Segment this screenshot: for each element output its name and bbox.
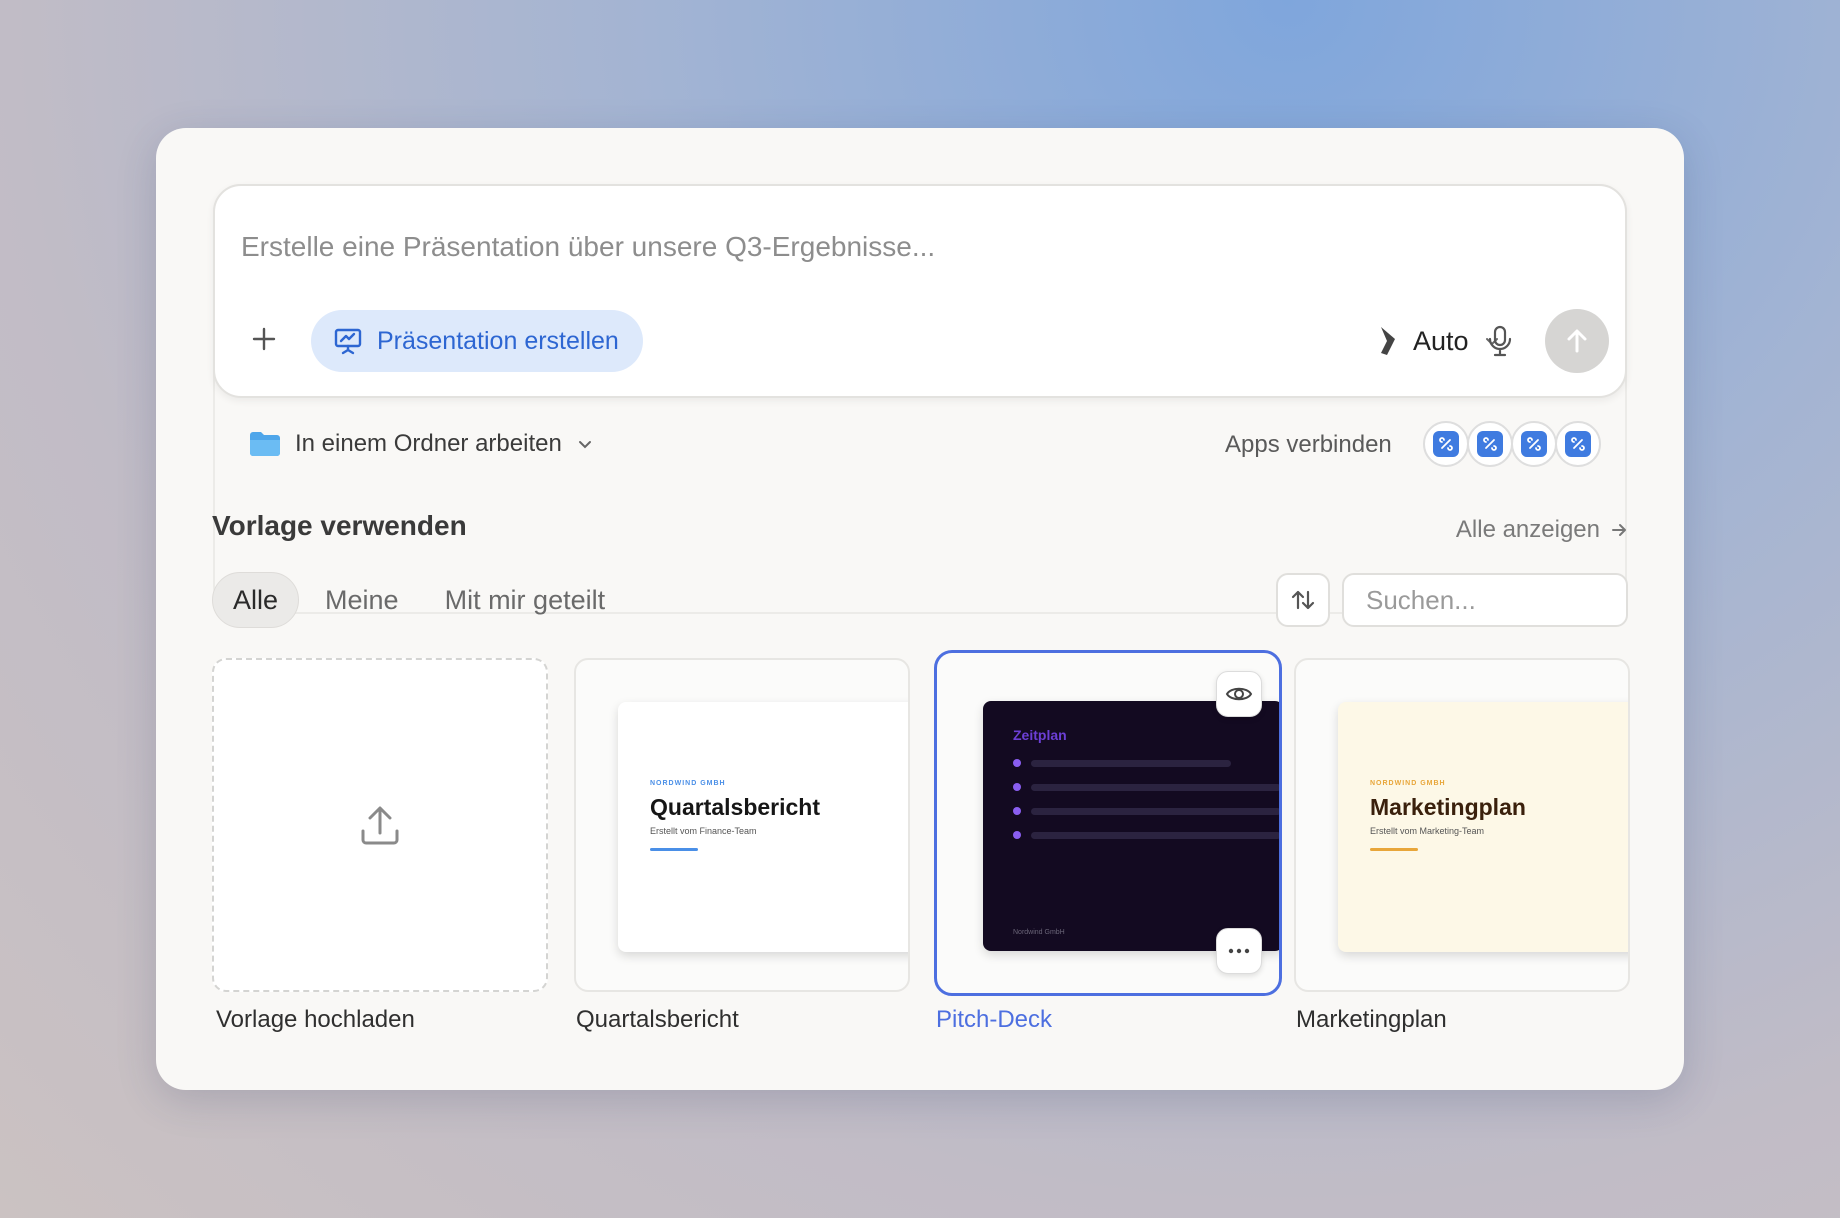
app-link-icon (1527, 437, 1541, 451)
connect-apps-label[interactable]: Apps verbinden (1225, 431, 1392, 459)
template-label-quartalsbericht: Quartalsbericht (576, 1006, 739, 1033)
microphone-button[interactable] (1477, 318, 1523, 364)
prompt-composer: Präsentation erstellen Auto (213, 184, 1627, 398)
connected-apps[interactable] (1423, 421, 1601, 467)
preview-button[interactable] (1216, 671, 1262, 717)
create-presentation-label: Präsentation erstellen (377, 326, 619, 355)
plus-icon (252, 327, 276, 351)
slide-title: Zeitplan (1013, 727, 1067, 743)
slide-subtitle: Erstellt vom Marketing-Team (1370, 826, 1485, 836)
send-button[interactable] (1545, 309, 1609, 373)
more-options-button[interactable] (1216, 928, 1262, 974)
template-card-quartalsbericht[interactable]: NORDWIND GMBH Quartalsbericht Erstellt v… (574, 658, 910, 992)
app-badge[interactable] (1555, 421, 1601, 467)
template-card-marketingplan[interactable]: NORDWIND GMBH Marketingplan Erstellt vom… (1294, 658, 1630, 992)
app-link-icon (1439, 437, 1453, 451)
folder-icon (250, 432, 280, 456)
upload-template-label: Vorlage hochladen (216, 1006, 415, 1033)
section-title: Vorlage verwenden (212, 510, 467, 541)
create-presentation-chip[interactable]: Präsentation erstellen (311, 310, 643, 372)
chevron-down-icon (578, 441, 591, 449)
slide-bullet (1013, 831, 1279, 839)
app-badge[interactable] (1423, 421, 1469, 467)
sort-button[interactable] (1276, 573, 1330, 627)
app-link-icon (1571, 437, 1585, 451)
tab-all[interactable]: Alle (212, 572, 300, 628)
app-badge[interactable] (1467, 421, 1513, 467)
model-logo-icon (1381, 327, 1395, 355)
template-search-input[interactable] (1342, 573, 1628, 627)
slide-accent-rule (650, 848, 698, 851)
template-dialog: Präsentation erstellen Auto (156, 128, 1684, 1090)
folder-label: In einem Ordner arbeiten (295, 430, 562, 457)
upload-template-tile[interactable] (212, 658, 548, 992)
template-card-pitch-deck[interactable]: Zeitplan Nordwind GmbH (934, 650, 1282, 996)
work-in-folder-selector[interactable]: In einem Ordner arbeiten (249, 424, 594, 464)
template-tabs: Alle Meine Mit mir geteilt (212, 572, 625, 628)
see-all-label: Alle anzeigen (1455, 516, 1600, 543)
slide-bullet (1013, 783, 1279, 791)
prompt-input[interactable] (241, 226, 1541, 268)
app-link-icon (1483, 437, 1497, 451)
slide-bullet (1013, 759, 1231, 767)
app-badge[interactable] (1511, 421, 1557, 467)
slide-title: Marketingplan (1370, 794, 1526, 820)
arrow-up-icon (1567, 329, 1587, 353)
model-label: Auto (1413, 325, 1469, 356)
template-label-pitch-deck: Pitch-Deck (936, 1006, 1053, 1033)
slide-footer: Nordwind GmbH (1013, 929, 1065, 936)
slide-kicker: NORDWIND GMBH (1370, 780, 1446, 787)
composer-panel: Präsentation erstellen Auto (213, 184, 1627, 614)
template-preview: Zeitplan Nordwind GmbH (983, 701, 1279, 951)
slide-title: Quartalsbericht (650, 794, 820, 820)
upload-icon (361, 806, 399, 845)
slide-accent-rule (1370, 848, 1418, 851)
more-horizontal-icon (1228, 948, 1250, 954)
tab-mine[interactable]: Meine (305, 572, 419, 628)
tab-shared-with-me[interactable]: Mit mir geteilt (425, 572, 626, 628)
eye-icon (1225, 687, 1253, 701)
template-label-marketingplan: Marketingplan (1296, 1006, 1447, 1033)
template-preview: NORDWIND GMBH Quartalsbericht Erstellt v… (618, 702, 908, 952)
slide-subtitle: Erstellt vom Finance-Team (650, 826, 757, 836)
presentation-icon (334, 328, 362, 355)
sort-icon (1291, 590, 1315, 610)
see-all-link[interactable]: Alle anzeigen (1456, 516, 1628, 544)
slide-bullet (1013, 807, 1279, 815)
add-attachment-button[interactable] (241, 316, 287, 362)
template-preview: NORDWIND GMBH Marketingplan Erstellt vom… (1338, 702, 1628, 952)
slide-kicker: NORDWIND GMBH (650, 780, 726, 787)
microphone-icon (1488, 325, 1512, 357)
arrow-right-icon (1612, 524, 1626, 536)
